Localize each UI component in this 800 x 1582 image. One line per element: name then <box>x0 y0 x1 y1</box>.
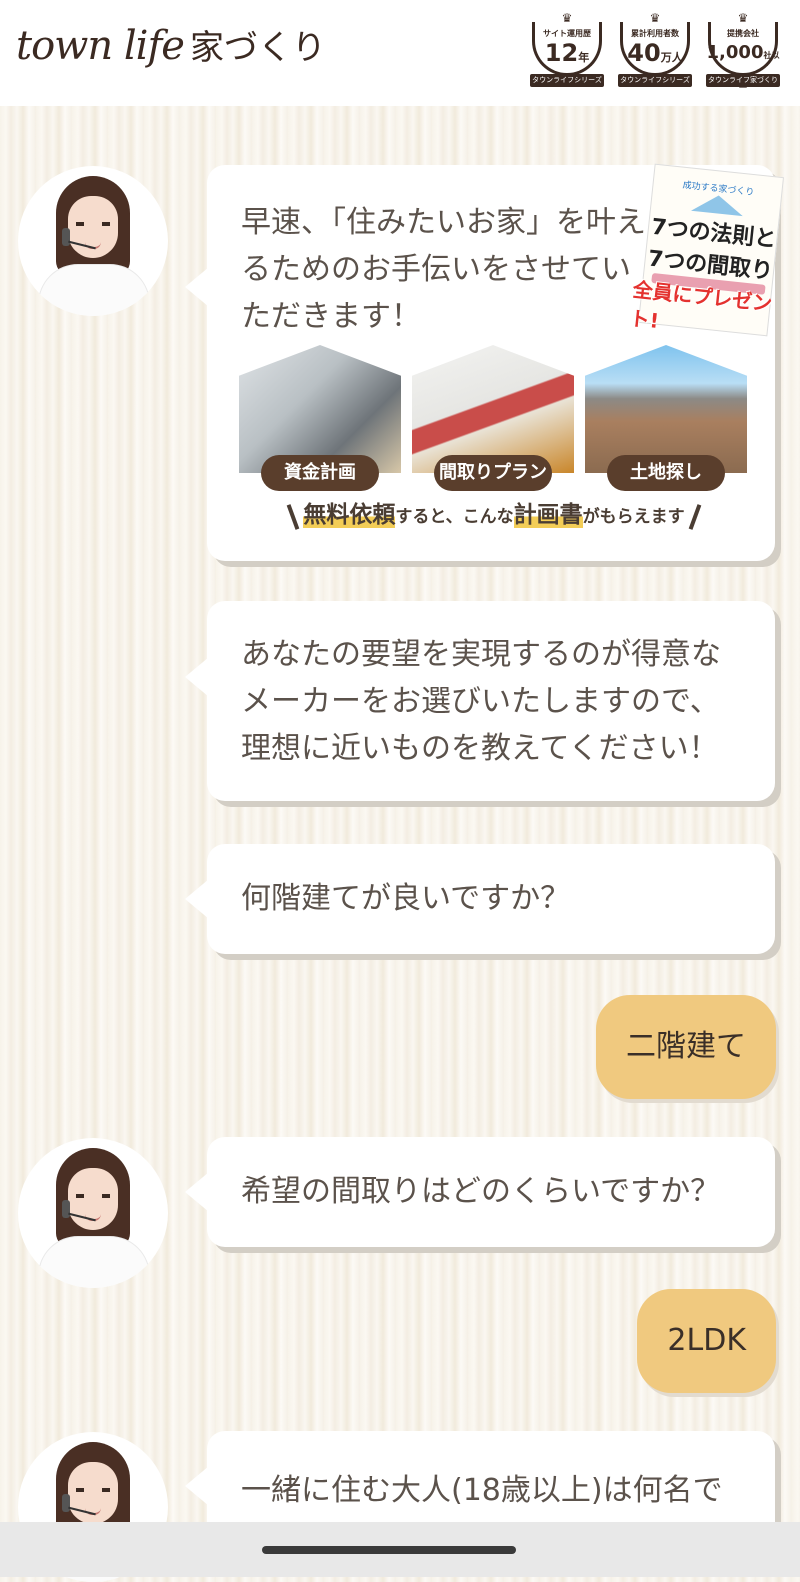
promo-highlight-free: 無料依頼 <box>303 502 396 528</box>
logo-text-ja: 家づくり <box>189 28 326 68</box>
bubble-tail <box>185 1172 209 1212</box>
card-label: 資金計画 <box>261 455 379 491</box>
badge-caption: 累計利用者数 <box>631 29 679 38</box>
chat-bubble-layout-question: 希望の間取りはどのくらいですか？ <box>185 1137 775 1247</box>
chat-bubble-intro: あなたの要望を実現するのが得意なメーカーをお選びいたしますので、理想に近いものを… <box>185 601 775 801</box>
bubble-tail <box>185 657 209 697</box>
chat-bubble-floors-question: 何階建てが良いですか？ <box>185 844 775 954</box>
promo-text: すると、こんな <box>395 507 514 527</box>
badge-users: ♛ 累計利用者数 40万人 タウンライフシリーズ <box>616 12 694 88</box>
user-reply-layout: 2LDK <box>637 1289 776 1393</box>
card-funding: 資金計画 <box>239 345 401 493</box>
card-land: 土地探し <box>585 345 747 493</box>
promo-text-end: がもらえます <box>582 507 685 527</box>
bubble-tail <box>185 879 209 919</box>
bubble-tail <box>185 267 209 307</box>
badge-caption: サイト運用歴 <box>543 29 591 38</box>
badge-years: ♛ サイト運用歴 12年 タウンライフシリーズ <box>528 12 606 88</box>
badge-ribbon: タウンライフシリーズ <box>618 74 692 87</box>
card-label: 土地探し <box>607 455 725 491</box>
system-navigation-bar <box>0 1522 800 1577</box>
home-gesture-handle[interactable] <box>262 1546 516 1554</box>
intro-text: あなたの要望を実現するのが得意なメーカーをお選びいたしますので、理想に近いものを… <box>241 637 721 766</box>
operator-avatar <box>18 166 168 316</box>
house-model-photo <box>412 345 574 473</box>
welcome-text: 早速、「住みたいお家」を叶えるためのお手伝いをさせていただきます！ <box>241 205 646 334</box>
land-photo <box>585 345 747 473</box>
badge-caption: 提携会社 <box>727 29 759 38</box>
layout-question-text: 希望の間取りはどのくらいですか？ <box>241 1174 721 1209</box>
adults-question-text: 一緒に住む大人(18歳以上)は何名で <box>241 1473 723 1508</box>
meeting-photo <box>239 345 401 473</box>
award-badges: ♛ サイト運用歴 12年 タウンライフシリーズ ♛ 累計利用者数 40万人 タウ… <box>528 12 782 89</box>
user-reply-floors: 二階建て <box>596 995 776 1099</box>
promo-highlight-plan: 計画書 <box>513 502 583 528</box>
badge-ribbon: タウンライフシリーズ <box>530 74 604 87</box>
badge-partners: ♛ 提携会社 1,000社以上 タウンライフ家づくり <box>704 12 782 89</box>
app-header: town life 家づくり ♛ サイト運用歴 12年 タウンライフシリーズ ♛… <box>0 0 800 106</box>
logo-text-en: town life <box>16 23 185 69</box>
card-label: 間取りプラン <box>434 455 552 491</box>
townlife-logo[interactable]: town life 家づくり <box>16 20 326 80</box>
badge-value: 1,000社以上 <box>706 42 780 89</box>
operator-avatar <box>18 1138 168 1288</box>
badge-value: 40万人 <box>627 39 683 67</box>
card-floorplan: 間取りプラン <box>412 345 574 493</box>
promo-caption: 無料依頼すると、こんな計画書がもらえます <box>244 497 744 535</box>
badge-value: 12年 <box>544 39 590 67</box>
badge-ribbon: タウンライフ家づくり <box>706 74 780 87</box>
bubble-tail <box>185 1466 209 1506</box>
plan-cards: 資金計画 間取りプラン 土地探し <box>239 345 747 493</box>
floors-question-text: 何階建てが良いですか？ <box>241 881 571 916</box>
